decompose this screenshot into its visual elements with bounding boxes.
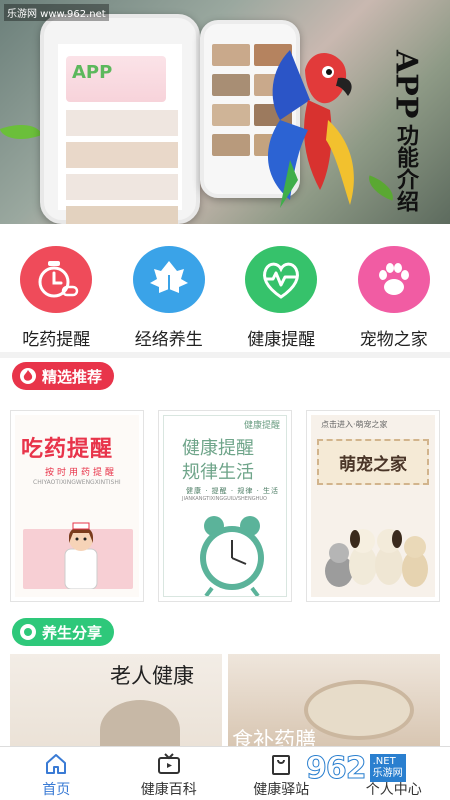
phone-tile [212,74,250,96]
nurse-illustration [64,522,98,589]
phone-row [66,206,178,224]
banner-app-text: APP [388,50,424,119]
poster-tags: 健康 · 提醒 · 规律 · 生活 [186,487,280,495]
banner-desc-text: 功能介绍 [393,124,419,213]
share-card-food-therapy[interactable]: 食补药膳 [228,654,440,746]
tab-label: 健康驿站 [253,782,310,798]
poster-pinyin: JIANKANGTIXINGGUILVSHENGHUO [182,496,267,502]
watermark-site-name: 乐游网 [372,768,403,779]
heart-pulse-icon [245,246,318,313]
tab-health-wiki[interactable]: 健康百科 [113,747,226,800]
elderly-photo [100,700,180,746]
featured-posters: 吃药提醒 按时用药提醒 CHIYAOTIXINGWENGXINTISHI 健康提… [10,410,440,602]
paw-icon [357,246,430,313]
phone-tile [212,134,250,156]
share-title: 养生分享 [42,623,103,642]
quicknav-label: 健康提醒 [247,330,316,350]
share-card-elderly-health[interactable]: 老人健康 [10,654,222,746]
home-icon [43,751,69,777]
poster-title-banner: 萌宠之家 [317,439,429,485]
share-card-title: 食补药膳 [232,728,316,746]
alarm-clock-icon [200,516,264,596]
poster-pinyin: CHIYAOTIXINGWENGXINTISHI [33,479,121,486]
quicknav-label: 宠物之家 [359,330,428,350]
phone-app-label: APP [72,62,113,83]
tab-home[interactable]: 首页 [0,747,113,800]
poster-health-reminder[interactable]: 健康提醒 健康提醒 规律生活 健康 · 提醒 · 规律 · 生活 JIANKAN… [158,410,292,602]
corner-watermark: 962 .NET 乐游网 [306,748,442,788]
poster-title-line1: 健康提醒 [182,438,254,459]
poster-title: 吃药提醒 [21,437,114,462]
share-card-title: 老人健康 [110,664,194,688]
poster-subtitle: 按时用药提醒 [45,468,118,478]
app-screen: APP APP 功能介绍 乐游网 www.962.net 吃药提醒 经络养生 健… [0,0,450,800]
quicknav-meridian-health[interactable]: 经络养生 [113,230,226,350]
tab-label: 首页 [42,782,71,798]
banner-side-title: APP 功能介绍 [384,50,428,212]
quicknav-medicine-reminder[interactable]: 吃药提醒 [0,230,113,350]
quicknav-label: 经络养生 [134,330,203,350]
poster-title-line2: 规律生活 [182,462,254,483]
quicknav-label: 吃药提醒 [22,330,91,350]
phone-row [66,142,178,168]
quicknav-health-reminder[interactable]: 健康提醒 [225,230,338,350]
phone-tile [212,44,250,66]
parrot-illustration [267,50,354,208]
watermark-site: .NET 乐游网 [369,754,406,782]
site-watermark: 乐游网 www.962.net [4,4,109,21]
quick-nav: 吃药提醒 经络养生 健康提醒 宠物之家 [0,230,450,350]
watermark-number: 962 [306,750,368,786]
poster-badge: 健康提醒 [243,421,280,431]
featured-header: 精选推荐 [12,362,115,390]
share-cards: 老人健康 食补药膳 [10,654,440,746]
leaf-icon [132,246,205,313]
soup-photo [304,680,414,740]
phone-row [66,174,178,200]
phone-row [66,110,178,136]
quicknav-pet-home[interactable]: 宠物之家 [338,230,450,350]
phone-tile [212,104,250,126]
alarm-clock-icon [20,246,93,313]
puppies-illustration [325,529,428,587]
tv-icon [156,751,182,777]
poster-top-text: 点击进入·萌宠之家 [321,420,388,429]
tab-label: 健康百科 [140,782,197,798]
section-divider [0,352,450,358]
share-header: 养生分享 [12,618,115,646]
bag-icon [268,751,294,777]
featured-title: 精选推荐 [42,367,103,386]
poster-medicine-reminder[interactable]: 吃药提醒 按时用药提醒 CHIYAOTIXINGWENGXINTISHI [10,410,144,602]
phone-mockup-main: APP [40,14,200,224]
poster-title: 萌宠之家 [339,454,407,475]
watermark-suffix: .NET [372,756,396,767]
promo-banner[interactable]: APP APP 功能介绍 乐游网 www.962.net [0,0,450,224]
poster-pet-home[interactable]: 点击进入·萌宠之家 萌宠之家 [306,410,440,602]
leaf-decoration [0,116,43,148]
bubble-icon [20,624,36,640]
flame-icon [20,368,36,384]
